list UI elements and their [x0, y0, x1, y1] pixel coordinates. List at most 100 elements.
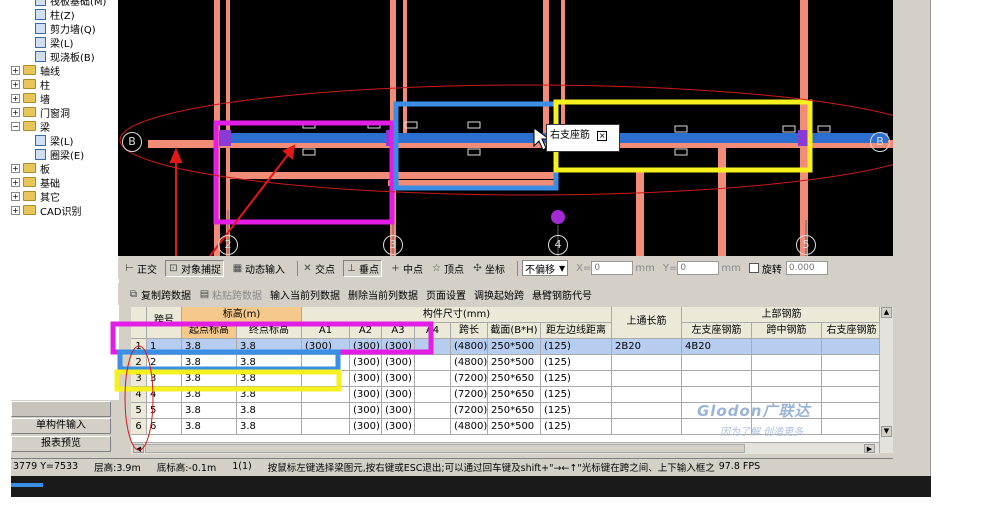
- axis-label-5: 5: [796, 235, 816, 255]
- intersection-button[interactable]: ✕ 交点: [302, 261, 335, 276]
- tree-item-label: 柱(Z): [50, 10, 75, 22]
- offset-select-value: 不偏移: [525, 264, 555, 276]
- y-unit: mm: [721, 262, 741, 274]
- expand-icon[interactable]: +: [11, 191, 20, 201]
- expand-icon[interactable]: +: [11, 107, 20, 117]
- chevron-down-icon: ▼: [559, 263, 566, 273]
- column-line: [800, 0, 808, 256]
- app-window: 筏板基础(M) 柱(Z) 剪力墙(Q) 梁(L) 现浇板(B) + 轴线 + 柱 + 墙 + 门窗洞 − 梁…: [11, 0, 931, 497]
- column-line: [561, 0, 565, 140]
- tree-item-label: 其它: [40, 192, 60, 204]
- tree-item-label: 轴线: [40, 66, 60, 78]
- midpoint-button[interactable]: + 中点: [390, 261, 423, 276]
- tree-item-label: CAD识别: [40, 206, 82, 218]
- expand-icon[interactable]: +: [11, 79, 20, 89]
- tree-item-label: 门窗洞: [40, 108, 70, 120]
- ortho-button[interactable]: ⊢ 正交: [124, 261, 157, 276]
- vertex-label: 顶点: [444, 264, 464, 276]
- expand-icon[interactable]: +: [11, 205, 20, 215]
- rotate-checkbox[interactable]: [748, 263, 759, 273]
- axis-label-b-right: B: [870, 132, 890, 152]
- expand-icon[interactable]: +: [11, 163, 20, 173]
- tree-item[interactable]: 圈梁(E): [35, 147, 85, 162]
- tree-item[interactable]: 剪力墙(Q): [35, 21, 96, 36]
- taskbar: [11, 476, 931, 497]
- tree-item[interactable]: 现浇板(B): [35, 49, 95, 64]
- folder-icon: [23, 205, 36, 215]
- table-highlight-pink: [110, 321, 434, 355]
- vertex-icon: ☆: [432, 262, 441, 274]
- rotate-label: 旋转: [761, 264, 782, 276]
- separator: [297, 260, 298, 276]
- dynamic-input-button[interactable]: ▦ 动态输入: [232, 261, 285, 276]
- offset-select[interactable]: 不偏移 ▼: [522, 260, 569, 276]
- close-icon[interactable]: ×: [597, 131, 608, 141]
- x-field: X= 0 mm: [576, 261, 655, 275]
- x-input[interactable]: 0: [591, 261, 634, 275]
- expand-icon[interactable]: +: [11, 65, 20, 75]
- perpendicular-button[interactable]: ⊥ 垂点: [343, 259, 382, 277]
- status-fps: 97.8 FPS: [718, 461, 761, 472]
- tree-item[interactable]: + 门窗洞: [11, 105, 70, 120]
- folder-icon: [23, 177, 36, 187]
- x-label: X=: [576, 262, 592, 274]
- column-line: [636, 170, 644, 256]
- tree-item[interactable]: + 板: [11, 161, 50, 176]
- object-snap-button[interactable]: ⊡ 对象捕捉: [165, 259, 224, 277]
- tree-item[interactable]: 梁(L): [35, 133, 74, 148]
- tree-item[interactable]: + 基础: [11, 175, 60, 190]
- status-base-elev: 底标高:-0.1m: [156, 462, 217, 474]
- coordinate-button[interactable]: ✣ 坐标: [472, 261, 505, 276]
- horizontal-pink-beams: [148, 140, 893, 186]
- rotate-input[interactable]: 0.000: [785, 261, 828, 275]
- tree-item-label: 梁(L): [50, 136, 74, 148]
- progress-bar: [11, 483, 43, 487]
- midpoint-label: 中点: [403, 264, 423, 276]
- tree-item[interactable]: 柱(Z): [35, 7, 75, 22]
- folder-icon: [23, 65, 36, 75]
- tree-item-label: 圈梁(E): [50, 150, 85, 162]
- tree-item-label: 基础: [40, 178, 60, 190]
- tree-item-label: 板: [40, 164, 50, 176]
- y-input[interactable]: 0: [677, 261, 720, 275]
- folder-icon: [23, 107, 36, 117]
- tree-item[interactable]: + 轴线: [11, 63, 60, 78]
- tree-item[interactable]: + 其它: [11, 189, 60, 204]
- snap-toolbar: ⊢ 正交 ⊡ 对象捕捉 ▦ 动态输入 ✕ 交点 ⊥ 垂点 + 中点 ☆ 顶点 ✣ 坐标 不偏移 ▼…: [118, 257, 893, 279]
- status-bar: 3779 Y=7533 层高:3.9m 底标高:-0.1m 1(1) 按鼠标左键…: [11, 458, 893, 474]
- status-floor-height: 层高:3.9m: [94, 462, 141, 474]
- expand-icon[interactable]: +: [11, 177, 20, 187]
- vertex-button[interactable]: ☆ 顶点: [431, 261, 464, 276]
- object-snap-label: 对象捕捉: [181, 264, 221, 276]
- pink-beam: [388, 180, 558, 186]
- collapse-icon[interactable]: −: [11, 121, 20, 131]
- tree-item[interactable]: + 柱: [11, 77, 50, 92]
- copy-icon: ⧉: [129, 288, 138, 300]
- expand-icon[interactable]: +: [11, 93, 20, 103]
- status-coords: 3779 Y=7533: [13, 461, 79, 472]
- axis-label-2: 2: [218, 235, 238, 255]
- component-icon: [35, 36, 46, 48]
- component-icon: [35, 0, 46, 6]
- x-unit: mm: [635, 262, 655, 274]
- tree-item[interactable]: + 墙: [11, 91, 50, 106]
- intersection-label: 交点: [315, 264, 335, 276]
- y-label: Y=: [662, 262, 678, 274]
- tree-item[interactable]: + CAD识别: [11, 203, 82, 218]
- axis-label-4: 4: [548, 235, 568, 255]
- midpoint-icon: +: [391, 262, 400, 274]
- tree-item[interactable]: − 梁: [11, 119, 50, 134]
- component-icon: [35, 134, 46, 146]
- separator: [517, 260, 518, 276]
- tree-item[interactable]: 梁(L): [35, 35, 73, 50]
- folder-icon: [23, 121, 36, 131]
- selection-node: [551, 210, 565, 224]
- rotate-field: 旋转 0.000: [748, 261, 828, 276]
- folder-icon: [23, 191, 36, 201]
- ortho-icon: ⊢: [125, 262, 134, 274]
- intersection-icon: ✕: [303, 262, 312, 274]
- drawing-canvas[interactable]: B 2 3 4 5 B 右支座筋 ×: [118, 0, 893, 256]
- y-field: Y= 0 mm: [663, 261, 741, 275]
- component-icon: [35, 50, 46, 62]
- folder-icon: [23, 79, 36, 89]
